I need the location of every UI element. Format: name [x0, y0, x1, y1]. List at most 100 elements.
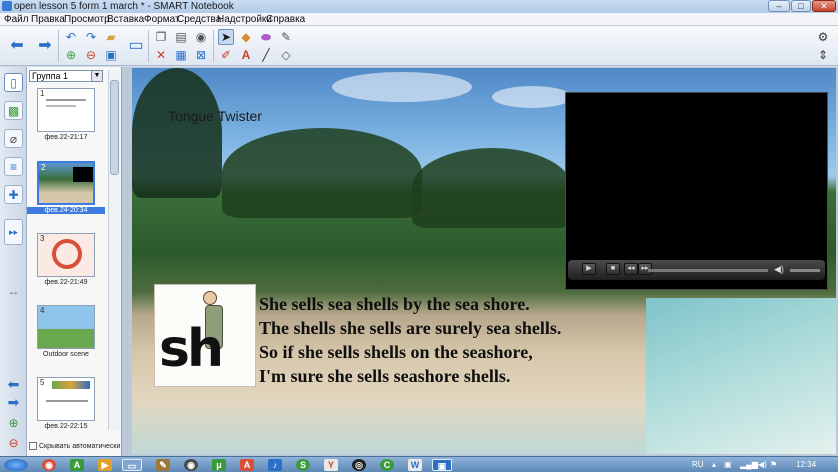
- language-indicator[interactable]: RU: [692, 457, 704, 472]
- clock[interactable]: 12:34: [796, 457, 816, 472]
- eraser-icon[interactable]: ⬬: [258, 29, 274, 45]
- expand-panel-icon[interactable]: ▸▸: [4, 219, 23, 245]
- smart-notebook-task-icon[interactable]: ▣: [432, 459, 452, 471]
- audio-icon[interactable]: ♪: [268, 459, 282, 471]
- magic-pen-icon[interactable]: ✎: [278, 29, 294, 45]
- word-icon[interactable]: W: [408, 459, 422, 471]
- slide-canvas[interactable]: Tongue Twister ▶ ■ ◂◂ ▸▸ ◀) sh She sells…: [132, 68, 836, 454]
- group-select-value: Группа 1: [32, 71, 69, 81]
- menu-file[interactable]: Файл: [4, 13, 29, 26]
- forward-arrow-icon[interactable]: ➡: [34, 35, 56, 57]
- sh-phonics-image[interactable]: sh: [154, 284, 256, 387]
- close-button[interactable]: ✕: [812, 0, 836, 12]
- chevron-down-icon[interactable]: ▼: [91, 71, 102, 81]
- menu-edit[interactable]: Правка: [31, 13, 65, 26]
- minimize-button[interactable]: –: [768, 0, 790, 12]
- scrollbar-thumb[interactable]: [110, 80, 119, 175]
- text-icon[interactable]: A: [238, 47, 254, 63]
- chrome-icon[interactable]: ◉: [42, 459, 56, 471]
- volume-slider[interactable]: [790, 269, 820, 272]
- line-icon[interactable]: ╱: [258, 47, 274, 63]
- add-page-icon[interactable]: ⊕: [63, 47, 79, 63]
- page-thumbnail-label: фев.24-20:34: [27, 207, 105, 214]
- menu-insert[interactable]: Вставка: [107, 13, 144, 26]
- table-icon[interactable]: ▦: [173, 47, 189, 63]
- delete-icon[interactable]: ✕: [153, 47, 169, 63]
- tongue-twister-text[interactable]: She sells sea shells by the sea shore. T…: [259, 292, 561, 388]
- undo-icon[interactable]: ↶: [63, 29, 79, 45]
- play-icon[interactable]: ▶: [582, 263, 596, 275]
- video-progress-bar[interactable]: [648, 269, 768, 272]
- app-icon-c[interactable]: C: [380, 459, 394, 471]
- thumbnail-content: [46, 105, 76, 107]
- page-thumbnail[interactable]: 5: [37, 377, 95, 421]
- thumbnail-image: [52, 381, 90, 389]
- delete-page-icon[interactable]: ⊖: [4, 433, 23, 452]
- network-signal-icon[interactable]: ▂▄▆: [740, 457, 758, 472]
- resize-panel-icon[interactable]: ↔: [4, 281, 23, 300]
- auto-hide-checkbox[interactable]: [29, 442, 37, 451]
- paste-icon[interactable]: ❐: [153, 29, 169, 45]
- torrent-icon[interactable]: μ: [212, 459, 226, 471]
- video-player[interactable]: ▶ ■ ◂◂ ▸▸ ◀): [565, 92, 828, 290]
- properties-tab-icon[interactable]: ≡: [4, 157, 23, 176]
- taskbar: ◉ A ▶ ▭ ✎ ◉ μ A ♪ S Y ◎ C W ▣ RU ▴ ▣ ▂▄▆…: [0, 456, 838, 472]
- select-pointer-icon[interactable]: ➤: [218, 29, 234, 45]
- move-toolbar-icon[interactable]: ⇕: [815, 47, 831, 63]
- page-thumbnail[interactable]: 3: [37, 233, 95, 277]
- fullscreen-icon[interactable]: ⊠: [193, 47, 209, 63]
- gallery-tab-icon[interactable]: ▩: [4, 101, 23, 120]
- yandex-icon[interactable]: Y: [324, 459, 338, 471]
- page-thumbnail[interactable]: 4: [37, 305, 95, 349]
- back-arrow-icon[interactable]: ⬅: [6, 35, 28, 57]
- save-icon[interactable]: ▣: [103, 47, 119, 63]
- redo-icon[interactable]: ↷: [83, 29, 99, 45]
- maximize-button[interactable]: □: [791, 0, 811, 12]
- gear-icon[interactable]: ⚙: [815, 29, 831, 45]
- screen-shade-icon[interactable]: ▤: [173, 29, 189, 45]
- open-icon[interactable]: ▰: [103, 29, 119, 45]
- tray-expand-icon[interactable]: ▴: [712, 457, 716, 472]
- media-icon[interactable]: ▶: [98, 459, 112, 471]
- page-number: 2: [41, 163, 46, 172]
- auto-hide-option[interactable]: Скрывать автоматически: [29, 441, 120, 453]
- rewind-icon[interactable]: ◂◂: [624, 263, 638, 275]
- group-select[interactable]: Группа 1 ▼: [29, 70, 103, 82]
- delete-page-icon[interactable]: ⊖: [83, 47, 99, 63]
- menu-tools[interactable]: Средства: [177, 13, 221, 26]
- winamp-icon[interactable]: ◎: [352, 459, 366, 471]
- previous-page-icon[interactable]: ⬅: [4, 375, 23, 394]
- pen-app-icon[interactable]: ✎: [156, 459, 170, 471]
- screen-display-icon[interactable]: ▭: [125, 35, 147, 57]
- fill-icon[interactable]: ◆: [238, 29, 254, 45]
- next-page-icon[interactable]: ➡: [4, 393, 23, 412]
- magnifier-icon[interactable]: ◉: [193, 29, 209, 45]
- start-button-icon[interactable]: [4, 459, 28, 471]
- shapes-eraser-icon[interactable]: ◇: [278, 47, 294, 63]
- sea-water: [646, 298, 836, 454]
- skype-icon[interactable]: S: [296, 459, 310, 471]
- pens-icon[interactable]: ✐: [218, 47, 234, 63]
- addons-tab-icon[interactable]: ✚: [4, 185, 23, 204]
- page-thumbnail[interactable]: 1: [37, 88, 95, 132]
- acrobat-icon[interactable]: A: [240, 459, 254, 471]
- explorer-icon[interactable]: ▭: [122, 459, 142, 471]
- menu-view[interactable]: Просмотр: [64, 13, 110, 26]
- media-player-icon[interactable]: ◉: [184, 459, 198, 471]
- menu-help[interactable]: Справка: [266, 13, 305, 26]
- volume-icon[interactable]: ◀): [774, 264, 784, 275]
- tray-app-icon[interactable]: ▣: [724, 457, 732, 472]
- slide-title[interactable]: Tongue Twister: [168, 108, 262, 124]
- page-sorter-tab-icon[interactable]: ▯: [4, 73, 23, 92]
- thumbnail-video: [73, 167, 93, 182]
- menu-format[interactable]: Формат: [144, 13, 180, 26]
- app-icon-a[interactable]: A: [70, 459, 84, 471]
- attachments-tab-icon[interactable]: ⌀: [4, 129, 23, 148]
- stop-icon[interactable]: ■: [606, 263, 620, 275]
- sorter-scrollbar[interactable]: [108, 70, 120, 430]
- volume-tray-icon[interactable]: ◀): [758, 457, 767, 472]
- menu-addons[interactable]: Надстройки: [217, 13, 272, 26]
- add-page-icon[interactable]: ⊕: [4, 413, 23, 432]
- notification-icon[interactable]: ⚑: [770, 457, 777, 472]
- page-thumbnail-selected[interactable]: 2: [37, 161, 95, 205]
